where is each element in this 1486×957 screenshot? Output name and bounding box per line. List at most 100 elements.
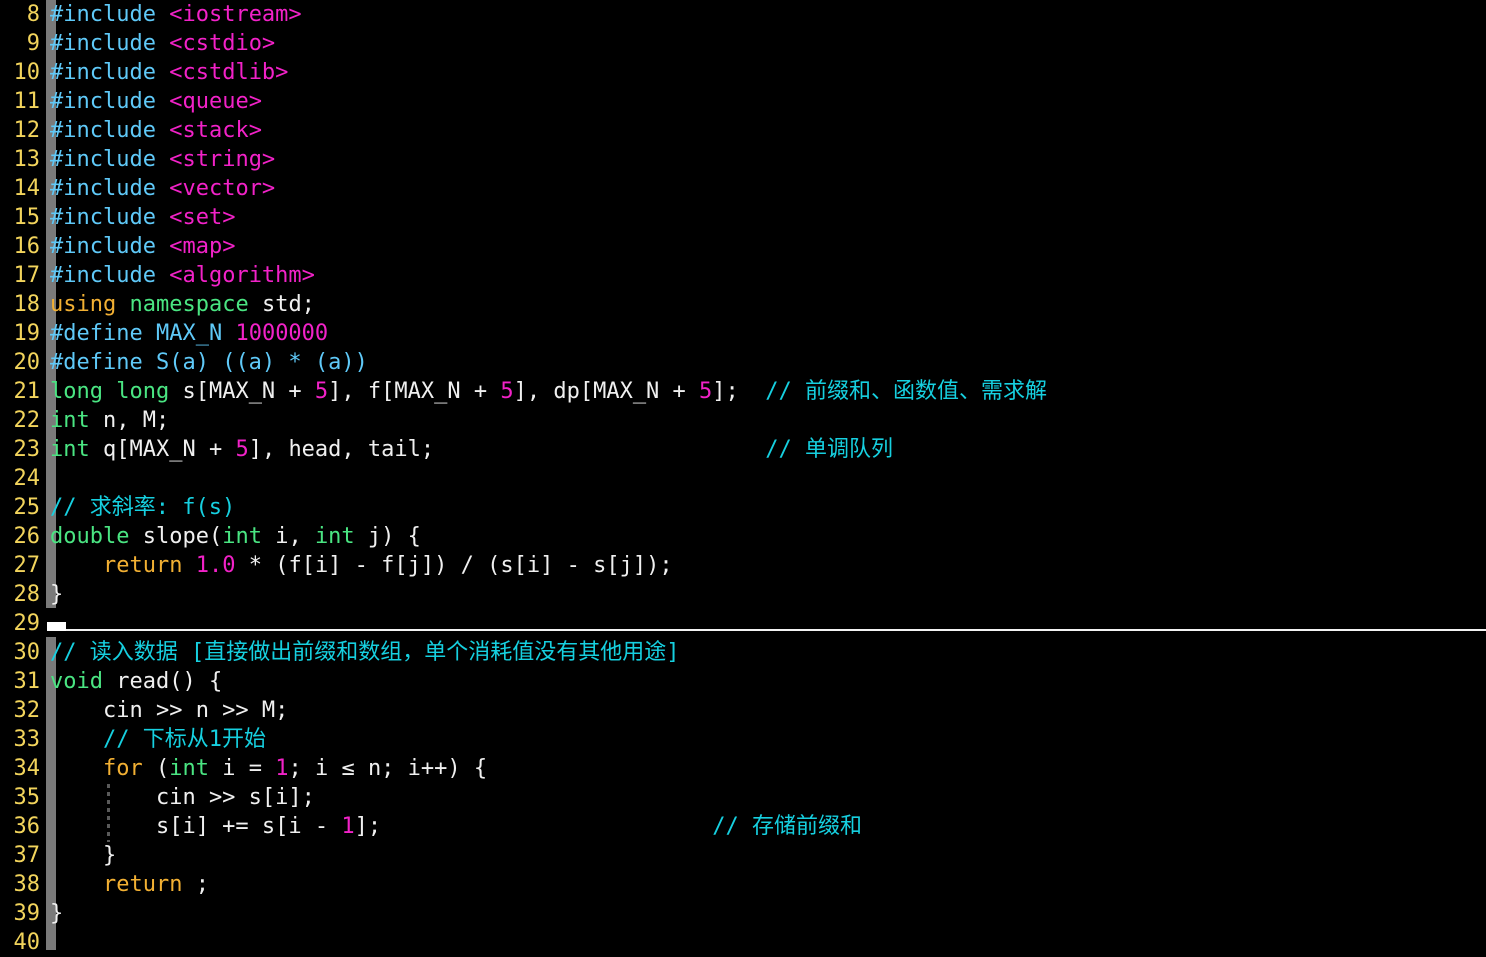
code-line[interactable]: 37 } — [0, 841, 1486, 870]
code-line[interactable]: 20 #define S(a) ((a) * (a)) — [0, 348, 1486, 377]
code-token: <vector> — [169, 176, 276, 201]
line-number: 33 — [13, 727, 41, 752]
code-line[interactable]: 36 s[i] += s[i - 1]; // 存储前缀和 — [0, 812, 1486, 841]
code-token: int — [50, 408, 90, 433]
code-lines-container[interactable]: 8 #include <iostream> 9 #include <cstdio> 10… — [0, 0, 1486, 957]
code-line[interactable]: 14 #include <vector> — [0, 174, 1486, 203]
code-line-content[interactable]: // 下标从1开始 — [50, 725, 266, 754]
code-line-content[interactable]: } — [50, 580, 63, 609]
code-line-content[interactable]: // 求斜率: f(s) — [50, 493, 235, 522]
code-line[interactable]: 27 return 1.0 * (f[i] - f[j]) / (s[i] - … — [0, 551, 1486, 580]
code-line[interactable]: 10 #include <cstdlib> — [0, 58, 1486, 87]
code-line[interactable]: 25 // 求斜率: f(s) — [0, 493, 1486, 522]
code-line-content[interactable]: #include <iostream> — [50, 0, 302, 29]
code-line-content[interactable]: } — [50, 899, 63, 928]
code-line[interactable]: 22 int n, M; — [0, 406, 1486, 435]
code-token: 5 — [699, 379, 713, 404]
code-line[interactable]: 35 cin >> s[i]; — [0, 783, 1486, 812]
code-line-content[interactable]: #include <stack> — [50, 116, 262, 145]
code-line[interactable]: 17 #include <algorithm> — [0, 261, 1486, 290]
code-token: #define — [50, 321, 143, 346]
code-line[interactable]: 15 #include <set> — [0, 203, 1486, 232]
code-line-content[interactable]: } — [50, 841, 116, 870]
code-line-content[interactable]: return 1.0 * (f[i] - f[j]) / (s[i] - s[j… — [50, 551, 673, 580]
code-line[interactable]: 19 #define MAX_N 1000000 — [0, 319, 1486, 348]
line-number: 13 — [13, 147, 41, 172]
code-line[interactable]: 23 int q[MAX_N + 5], head, tail; // 单调队列 — [0, 435, 1486, 464]
code-token: #include — [50, 31, 156, 56]
code-token: } — [50, 843, 117, 868]
code-line-content[interactable]: void read() { — [50, 667, 222, 696]
line-number: 9 — [26, 31, 40, 56]
code-line-content[interactable]: #define S(a) ((a) * (a)) — [50, 348, 368, 377]
code-token: cin >> n >> M; — [50, 698, 289, 723]
code-line[interactable]: 18 using namespace std; — [0, 290, 1486, 319]
code-line-content[interactable]: #include <vector> — [50, 174, 275, 203]
code-line[interactable]: 11 #include <queue> — [0, 87, 1486, 116]
viewport-separator-handle[interactable] — [47, 622, 66, 631]
code-line-content[interactable]: return ; — [50, 870, 209, 899]
code-line-content[interactable]: #include <queue> — [50, 87, 262, 116]
code-line-content[interactable]: long long s[MAX_N + 5], f[MAX_N + 5], dp… — [50, 377, 1047, 406]
code-line-content[interactable]: int n, M; — [50, 406, 169, 435]
code-token: cin >> s[i]; — [50, 785, 315, 810]
line-number: 23 — [13, 437, 41, 462]
code-line[interactable]: 33 // 下标从1开始 — [0, 725, 1486, 754]
code-line-content[interactable]: using namespace std; — [50, 290, 315, 319]
code-token: #define — [50, 350, 143, 375]
code-line-content[interactable]: double slope(int i, int j) { — [50, 522, 421, 551]
code-token: n, M; — [89, 408, 170, 433]
code-line-content[interactable]: #include <cstdlib> — [50, 58, 288, 87]
code-line[interactable]: 29 — [0, 609, 1486, 638]
code-line[interactable]: 39} — [0, 899, 1486, 928]
code-line[interactable]: 24 — [0, 464, 1486, 493]
code-token: // 下标从1开始 — [102, 727, 266, 752]
code-line-content[interactable]: #include <map> — [50, 232, 235, 261]
code-token: double — [50, 524, 130, 549]
code-token: <queue> — [169, 89, 262, 114]
line-number: 18 — [13, 292, 41, 317]
line-number: 17 — [13, 263, 41, 288]
code-token: #include — [50, 89, 156, 114]
code-token: s[MAX_N + — [169, 379, 315, 404]
code-line-content[interactable]: #include <set> — [50, 203, 235, 232]
code-line[interactable]: 40 — [0, 928, 1486, 957]
code-line[interactable]: 31 void read() { — [0, 667, 1486, 696]
code-line-content[interactable]: #include <cstdio> — [50, 29, 275, 58]
code-token: #include — [50, 2, 156, 27]
code-line[interactable]: 16 #include <map> — [0, 232, 1486, 261]
code-line-content[interactable]: s[i] += s[i - 1]; // 存储前缀和 — [50, 812, 862, 841]
code-line[interactable]: 9 #include <cstdio> — [0, 29, 1486, 58]
code-line[interactable]: 12 #include <stack> — [0, 116, 1486, 145]
code-line[interactable]: 13 #include <string> — [0, 145, 1486, 174]
code-line[interactable]: 30 // 读入数据 [直接做出前缀和数组，单个消耗值没有其他用途] — [0, 638, 1486, 667]
code-line[interactable]: 8 #include <iostream> — [0, 0, 1486, 29]
line-number: 39 — [13, 901, 41, 926]
code-line[interactable]: 38 return ; — [0, 870, 1486, 899]
code-token: #include — [50, 60, 156, 85]
code-line-content[interactable]: int q[MAX_N + 5], head, tail; // 单调队列 — [50, 435, 893, 464]
code-line-content[interactable]: #include <algorithm> — [50, 261, 315, 290]
code-line[interactable]: 34 for (int i = 1; i ≤ n; i++) { — [0, 754, 1486, 783]
code-line[interactable]: 21 long long s[MAX_N + 5], f[MAX_N + 5], … — [0, 377, 1486, 406]
code-token: <stack> — [169, 118, 262, 143]
code-editor[interactable]: 8 #include <iostream> 9 #include <cstdio> 10… — [0, 0, 1486, 955]
code-line[interactable]: 32 cin >> n >> M; — [0, 696, 1486, 725]
code-line-content[interactable]: for (int i = 1; i ≤ n; i++) { — [50, 754, 487, 783]
code-line-content[interactable]: cin >> s[i]; — [50, 783, 315, 812]
code-line-content[interactable]: #define MAX_N 1000000 — [50, 319, 328, 348]
line-number: 31 — [13, 669, 41, 694]
code-line[interactable]: 28} — [0, 580, 1486, 609]
code-token: S(a) ((a) * (a)) — [155, 350, 368, 375]
code-line-content[interactable]: cin >> n >> M; — [50, 696, 288, 725]
code-token: read() { — [102, 669, 223, 694]
code-line[interactable]: 26 double slope(int i, int j) { — [0, 522, 1486, 551]
code-line-content[interactable]: #include <string> — [50, 145, 275, 174]
code-line-content[interactable]: // 读入数据 [直接做出前缀和数组，单个消耗值没有其他用途] — [50, 638, 679, 667]
